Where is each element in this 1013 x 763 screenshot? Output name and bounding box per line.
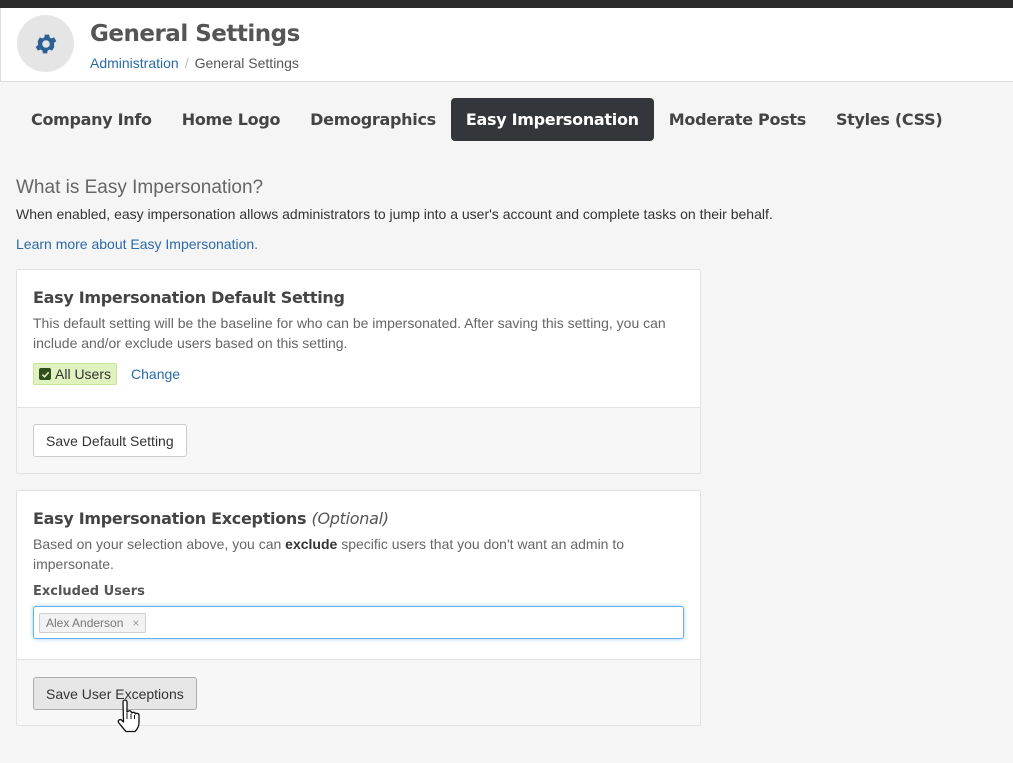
default-setting-panel-footer: Save Default Setting [17,407,700,473]
default-setting-title: Easy Impersonation Default Setting [33,288,345,307]
gear-icon [17,15,74,72]
tab-home-logo[interactable]: Home Logo [167,98,295,141]
tab-company-info[interactable]: Company Info [16,98,167,141]
exceptions-description: Based on your selection above, you can e… [33,534,684,574]
page-header: General Settings Administration / General … [0,8,1013,82]
exceptions-panel: Easy Impersonation Exceptions (Optional)… [16,490,701,726]
excluded-users-label: Excluded Users [33,584,145,599]
exceptions-title-text: Easy Impersonation Exceptions [33,509,307,528]
breadcrumb-separator: / [184,55,189,71]
default-setting-value: All Users [55,366,112,382]
exceptions-title-optional: (Optional) [311,509,389,528]
excluded-user-name: Alex Anderson [46,615,124,630]
tab-easy-impersonation[interactable]: Easy Impersonation [450,98,654,141]
default-setting-badge: All Users [33,363,118,385]
exceptions-description-pre: Based on your selection above, you can [33,536,282,552]
default-setting-value-row: All Users Change [33,363,684,385]
remove-tag-icon[interactable]: × [132,616,139,630]
exceptions-panel-body: Easy Impersonation Exceptions (Optional)… [17,491,700,659]
default-setting-panel-body: Easy Impersonation Default Setting This … [17,270,700,407]
settings-tabs: Company Info Home Logo Demographics Easy… [16,98,957,141]
learn-more-link[interactable]: Learn more about Easy Impersonation. [16,236,258,252]
tab-styles-css[interactable]: Styles (CSS) [821,98,957,141]
exceptions-description-bold: exclude [285,536,338,552]
intro-title: What is Easy Impersonation? [16,177,264,198]
change-default-link[interactable]: Change [131,366,180,382]
page-title: General Settings [90,21,300,47]
exceptions-title: Easy Impersonation Exceptions (Optional) [33,509,684,528]
hand-cursor-icon [115,699,141,738]
excluded-users-input[interactable]: Alex Anderson × [33,606,684,639]
top-bar [0,0,1013,8]
tab-demographics[interactable]: Demographics [295,98,451,141]
check-square-icon [39,368,51,380]
breadcrumb: Administration / General Settings [90,55,299,71]
default-setting-panel: Easy Impersonation Default Setting This … [16,269,701,474]
tab-moderate-posts[interactable]: Moderate Posts [654,98,821,141]
intro-description: When enabled, easy impersonation allows … [16,206,773,222]
excluded-user-tag: Alex Anderson × [39,612,147,633]
breadcrumb-current: General Settings [194,55,299,71]
save-default-setting-button[interactable]: Save Default Setting [33,424,187,457]
default-setting-description: This default setting will be the baselin… [33,315,666,351]
breadcrumb-administration-link[interactable]: Administration [90,55,179,71]
